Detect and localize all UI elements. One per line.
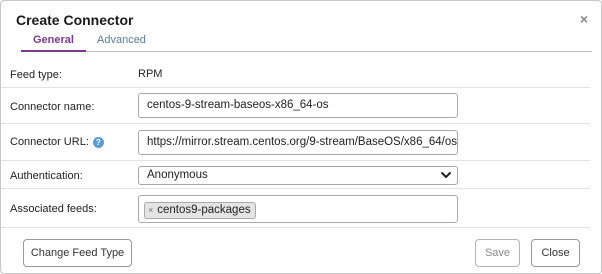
create-connector-dialog: Create Connector × General Advanced Feed… (0, 0, 602, 274)
authentication-select[interactable]: Anonymous (138, 166, 458, 185)
tab-advanced[interactable]: Advanced (85, 34, 158, 50)
connector-url-row: Connector URL:? https://mirror.stream.ce… (1, 125, 590, 161)
feed-tag-label: centos9-packages (157, 204, 251, 216)
change-feed-type-button[interactable]: Change Feed Type (23, 239, 132, 267)
feed-type-label: Feed type: (10, 69, 62, 81)
connector-url-label: Connector URL: (10, 136, 89, 148)
connector-name-label: Connector name: (10, 101, 95, 113)
close-button[interactable]: Close (531, 239, 580, 267)
associated-feeds-label: Associated feeds: (10, 203, 97, 215)
connector-url-label-wrap: Connector URL:? (10, 136, 104, 148)
connector-url-input[interactable]: https://mirror.stream.centos.org/9-strea… (138, 130, 458, 155)
connector-name-input[interactable]: centos-9-stream-baseos-x86_64-os (138, 93, 458, 118)
dialog-title: Create Connector (16, 12, 134, 28)
authentication-selected-value: Anonymous (147, 169, 208, 181)
save-button[interactable]: Save (475, 239, 520, 267)
authentication-row: Authentication: Anonymous (1, 162, 590, 189)
connector-name-row: Connector name: centos-9-stream-baseos-x… (1, 89, 590, 124)
associated-feeds-input[interactable]: × centos9-packages (138, 195, 458, 223)
associated-feeds-row: Associated feeds: × centos9-packages (1, 190, 590, 228)
feed-type-row: Feed type: RPM (1, 63, 590, 88)
feed-type-value: RPM (138, 68, 163, 80)
tab-general[interactable]: General (21, 34, 86, 52)
remove-tag-icon[interactable]: × (148, 205, 153, 215)
feed-tag: × centos9-packages (144, 202, 256, 219)
authentication-label: Authentication: (10, 170, 83, 182)
tab-bar: General Advanced (21, 31, 592, 52)
chevron-down-icon (441, 172, 451, 178)
question-circle-icon[interactable]: ? (92, 136, 104, 148)
close-icon[interactable]: × (577, 12, 591, 26)
